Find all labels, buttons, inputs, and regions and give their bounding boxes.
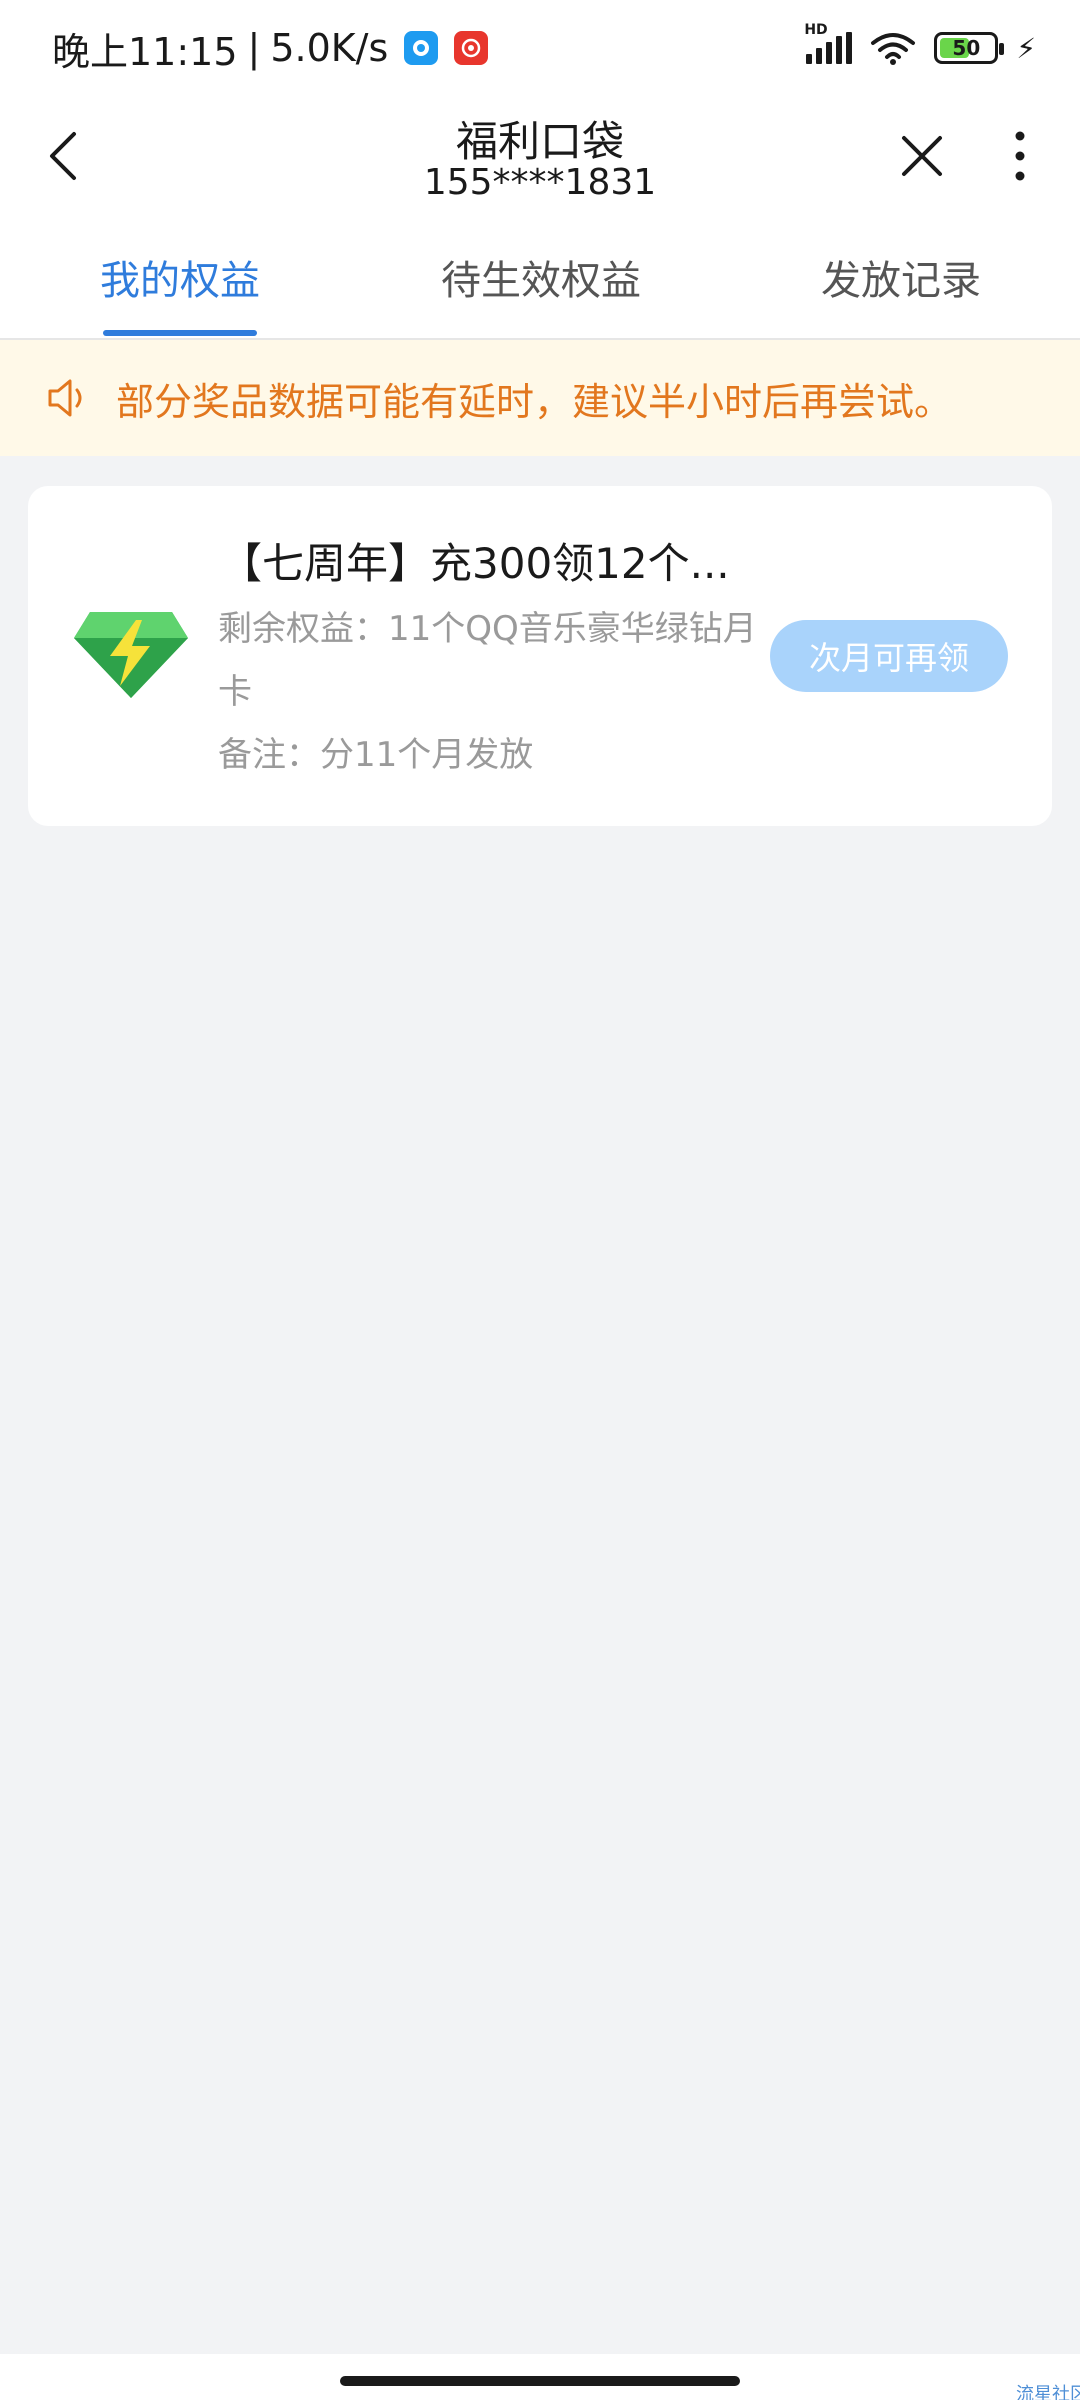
status-right: HD 50 ⚡	[804, 22, 1036, 65]
net-speed: 5.0K/s	[270, 26, 389, 70]
status-bar: 晚上11:15 | 5.0K/s HD 50 ⚡	[0, 0, 1080, 96]
close-icon	[902, 136, 942, 176]
claim-next-month-button[interactable]: 次月可再领	[770, 620, 1008, 692]
tab-issue-records[interactable]: 发放记录	[821, 248, 981, 306]
cell-signal-icon: HD	[804, 22, 853, 64]
status-left: 晚上11:15 | 5.0K/s	[52, 21, 489, 76]
benefit-title: 【七周年】充300领12个...	[220, 539, 730, 588]
benefit-card[interactable]: 【七周年】充300领12个... 剩余权益：11个QQ音乐豪华绿钻月卡 备注：分…	[28, 486, 1052, 826]
benefit-note: 备注：分11个月发放	[218, 735, 534, 775]
gesture-bar	[0, 2354, 1080, 2400]
status-separator: |	[247, 26, 261, 70]
tab-my-benefits[interactable]: 我的权益	[100, 248, 260, 306]
tab-indicator	[103, 330, 257, 336]
charging-icon: ⚡	[1016, 31, 1036, 65]
close-button[interactable]	[890, 124, 954, 188]
more-vertical-icon	[1015, 131, 1025, 181]
hd-label: HD	[804, 22, 828, 38]
tab-pending-benefits[interactable]: 待生效权益	[441, 248, 641, 306]
benefit-remaining: 剩余权益：11个QQ音乐豪华绿钻月卡	[218, 609, 757, 712]
battery-level: 50	[952, 36, 981, 60]
battery-icon: 50	[934, 32, 1005, 64]
green-diamond-icon	[74, 612, 188, 698]
speaker-icon	[48, 379, 82, 417]
tab-bar: 我的权益 待生效权益 发放记录	[0, 216, 1080, 340]
notice-text: 部分奖品数据可能有延时，建议半小时后再尝试。	[116, 379, 953, 424]
status-time: 晚上11:15	[52, 29, 238, 74]
watermark: 流星社区	[1016, 2384, 1080, 2400]
wifi-icon	[871, 33, 916, 65]
notification-app-icon	[404, 31, 439, 65]
more-button[interactable]	[1000, 124, 1040, 188]
nav-header: 福利口袋 155****1831	[0, 96, 1080, 216]
netease-music-icon	[454, 31, 489, 65]
home-gesture-handle[interactable]	[340, 2376, 740, 2386]
notice-banner: 部分奖品数据可能有延时，建议半小时后再尝试。	[0, 340, 1080, 456]
